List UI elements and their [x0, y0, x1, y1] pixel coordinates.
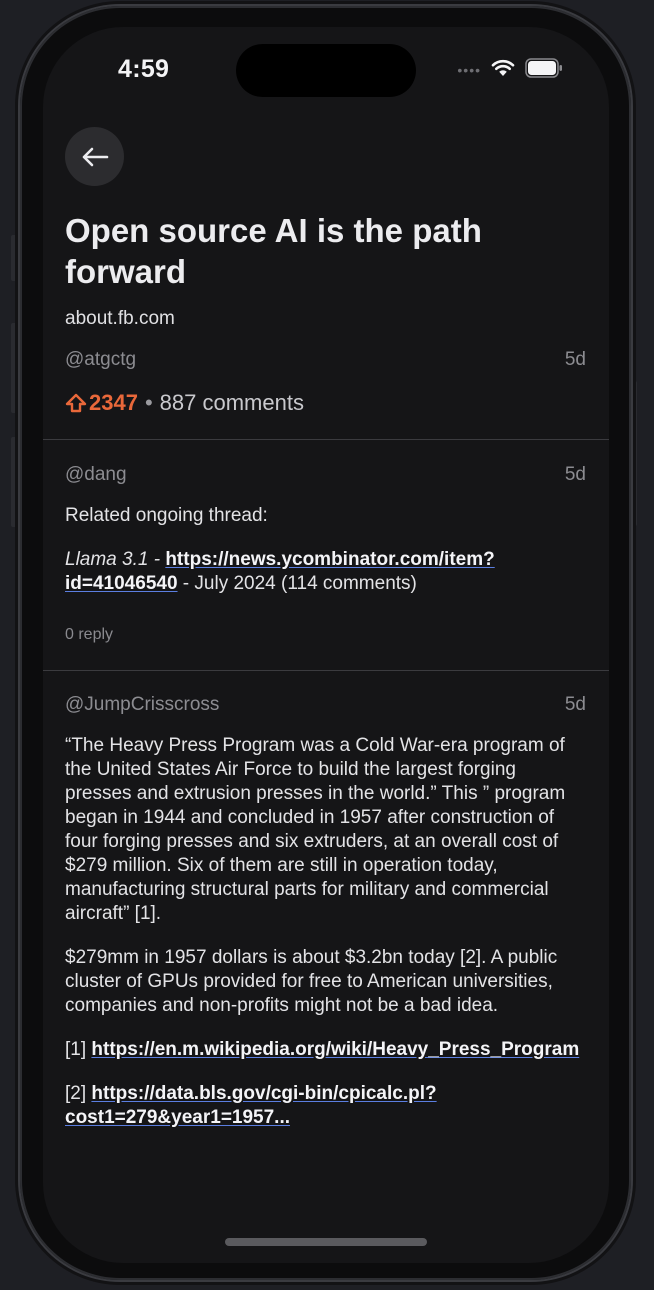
side-button [631, 381, 637, 526]
comment-author[interactable]: @dang [65, 464, 127, 486]
comment-body: Related ongoing thread: Llama 3.1 - http… [65, 504, 586, 596]
comment-age: 5d [564, 464, 586, 485]
score[interactable]: 2347 [65, 390, 138, 416]
comment-body: “The Heavy Press Program was a Cold War-… [65, 734, 586, 1130]
comment-header: @dang 5d [65, 464, 586, 486]
volume-down-button [11, 437, 17, 527]
comment-paragraph: “The Heavy Press Program was a Cold War-… [65, 735, 566, 924]
reference-label: [2] [65, 1083, 92, 1104]
story-meta: @atgctg 5d [65, 349, 586, 371]
arrow-left-icon [82, 147, 108, 166]
wifi-icon [491, 59, 515, 77]
comment-author[interactable]: @JumpCrisscross [65, 694, 219, 716]
home-indicator[interactable] [225, 1238, 427, 1246]
upvote-icon [65, 393, 87, 413]
story-domain[interactable]: about.fb.com [65, 308, 175, 330]
comment: @dang 5d Related ongoing thread: Llama 3… [65, 464, 586, 644]
story-stats: 2347 • 887 comments [65, 390, 304, 416]
battery-icon [525, 58, 563, 78]
status-icons: •••• [457, 58, 563, 78]
comment-paragraph: $279mm in 1957 dollars is about $3.2bn t… [65, 947, 558, 1016]
divider [43, 439, 609, 440]
action-button [11, 235, 17, 281]
comment: @JumpCrisscross 5d “The Heavy Press Prog… [65, 694, 586, 1150]
dynamic-island [236, 44, 416, 97]
link-suffix: - July 2024 (114 comments) [177, 573, 417, 594]
divider [43, 670, 609, 671]
reference-link[interactable]: https://data.bls.gov/cgi-bin/cpicalc.pl?… [65, 1083, 437, 1128]
reference-link[interactable]: https://en.m.wikipedia.org/wiki/Heavy_Pr… [91, 1039, 579, 1060]
back-button[interactable] [65, 127, 124, 186]
link-prefix: Llama 3.1 - [65, 549, 166, 570]
story-author[interactable]: @atgctg [65, 349, 136, 371]
screen: 4:59 •••• Open source AI is the path for… [43, 27, 609, 1263]
volume-up-button [11, 323, 17, 413]
comment-reference: [1] https://en.m.wikipedia.org/wiki/Heav… [65, 1038, 586, 1062]
comment-paragraph: Llama 3.1 - https://news.ycombinator.com… [65, 548, 586, 596]
comment-age: 5d [564, 694, 586, 715]
comment-reference: [2] https://data.bls.gov/cgi-bin/cpicalc… [65, 1082, 586, 1130]
signal-icon: •••• [457, 62, 481, 78]
story-title[interactable]: Open source AI is the path forward [65, 210, 565, 292]
score-value: 2347 [89, 390, 138, 415]
status-time: 4:59 [118, 55, 170, 83]
comment-count[interactable]: 887 comments [160, 390, 304, 416]
story-age: 5d [564, 349, 586, 370]
reply-count[interactable]: 0 reply [65, 626, 586, 644]
comment-header: @JumpCrisscross 5d [65, 694, 586, 716]
stats-separator: • [144, 390, 153, 415]
comment-paragraph: Related ongoing thread: [65, 505, 268, 526]
reference-label: [1] [65, 1039, 92, 1060]
